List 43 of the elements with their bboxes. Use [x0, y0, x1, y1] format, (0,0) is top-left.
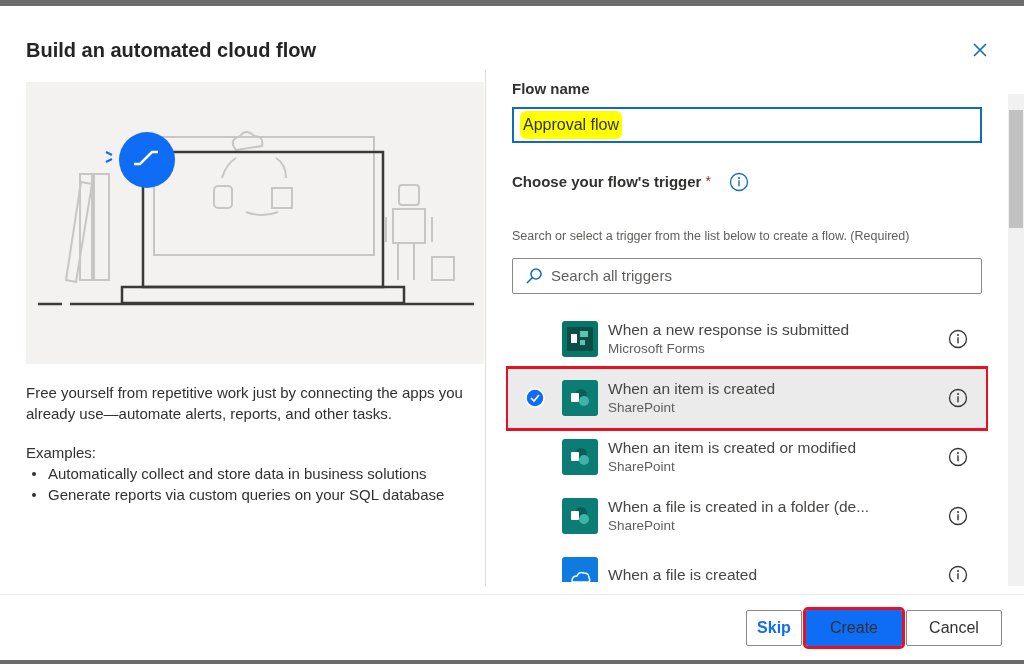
- field-value: Approval flow: [520, 110, 623, 139]
- example-text: Automatically collect and store data in business solutions: [48, 464, 427, 484]
- flow-name-field[interactable]: Approval flow: [512, 106, 982, 143]
- cancel-button[interactable]: Cancel: [906, 609, 1002, 646]
- required-mark: *: [705, 172, 711, 192]
- app-logo-icon: [562, 439, 598, 476]
- trigger-source: SharePoint: [608, 399, 676, 418]
- description: Free yourself from repetitive work just by connecting the apps you already use—automate alerts, reports, and other tasks.: [26, 383, 464, 424]
- trigger-title: When a file is created in a folder (de...: [608, 497, 871, 518]
- bullet-icon: [32, 472, 36, 476]
- trigger-title: When a file is created: [608, 565, 759, 582]
- dialog-title: Build an automated cloud flow: [26, 38, 316, 63]
- trigger-item[interactable]: When a new response is submitted Microsoft Forms: [508, 309, 986, 369]
- search-input[interactable]: Search all triggers: [551, 264, 969, 287]
- info-icon[interactable]: [948, 388, 968, 409]
- trigger-hint: Search or select a trigger from the list below to create a flow. (Required): [512, 228, 911, 245]
- examples-heading: Examples:: [26, 443, 98, 463]
- trigger-title: When a new response is submitted: [608, 320, 851, 341]
- bullet-icon: [32, 493, 36, 497]
- search-icon: [525, 266, 543, 285]
- trigger-source: Microsoft Forms: [608, 340, 706, 359]
- app-logo-icon: [562, 498, 598, 535]
- scrollbar[interactable]: [1008, 94, 1024, 586]
- trigger-item[interactable]: When an item is created SharePoint: [508, 368, 986, 428]
- trigger-source: SharePoint: [608, 517, 676, 536]
- example-text: Generate reports via custom queries on your SQL database: [48, 485, 445, 505]
- checkmark-icon: [525, 388, 545, 409]
- app-logo-icon: [562, 321, 598, 358]
- trigger-item[interactable]: When an item is created or modified SharePoint: [508, 427, 986, 487]
- field-label: Flow name: [512, 79, 591, 99]
- info-icon[interactable]: [948, 565, 968, 582]
- trigger-search-field[interactable]: Search all triggers: [512, 257, 982, 294]
- trigger-title: When an item is created: [608, 379, 777, 400]
- trigger-item[interactable]: When a file is created: [508, 545, 986, 582]
- trigger-item[interactable]: When a file is created in a folder (de... SharePoint: [508, 486, 986, 546]
- skip-button[interactable]: Skip: [746, 609, 802, 646]
- info-icon[interactable]: [948, 447, 968, 468]
- info-icon[interactable]: [948, 506, 968, 527]
- info-icon[interactable]: [948, 329, 968, 350]
- trigger-source: SharePoint: [608, 458, 676, 477]
- trigger-title: When an item is created or modified: [608, 438, 858, 459]
- app-logo-icon: [562, 380, 598, 417]
- trigger-label: Choose your flow's trigger: [512, 171, 702, 192]
